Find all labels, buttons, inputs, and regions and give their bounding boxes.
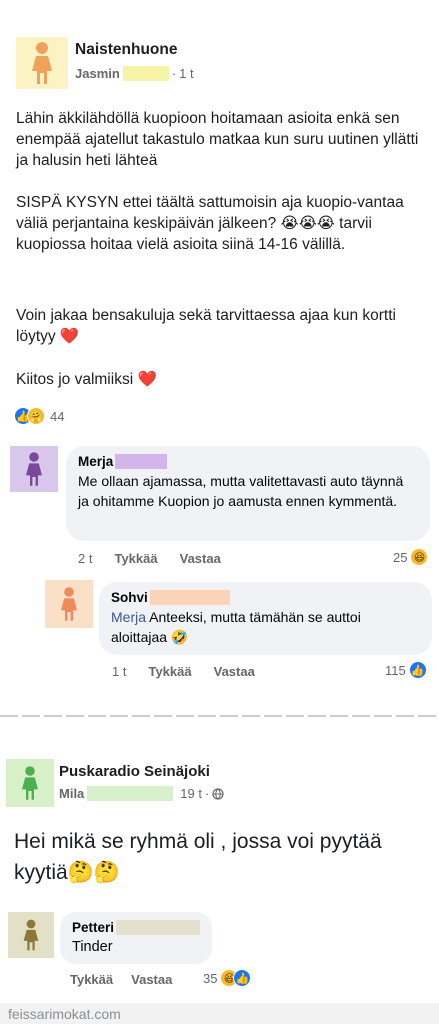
reaction-count: 35: [203, 970, 218, 986]
haha-reaction-icon: 😆: [410, 548, 429, 566]
like-button[interactable]: Tykkää: [148, 664, 191, 679]
globe-icon: [212, 787, 224, 800]
redacted-surname: [149, 590, 230, 605]
post-meta: Jasmin · 1 t: [75, 66, 194, 81]
mention-link[interactable]: Merja: [111, 609, 146, 625]
watermark: feissarimokat.com: [8, 1006, 121, 1022]
comment-actions: 2 t Tykkää Vastaa: [78, 551, 221, 566]
person-avatar-icon: [32, 42, 52, 84]
group-name[interactable]: Naistenhuone: [75, 41, 177, 59]
comment-time[interactable]: 2 t: [78, 551, 92, 566]
comment-reactions[interactable]: 35 😆 👍: [203, 969, 252, 987]
post-text: Hei mikä se ryhmä oli , jossa voi pyytää…: [14, 830, 382, 884]
reply-text: Anteeksi, mutta tämähän se auttoi aloitt…: [111, 609, 361, 645]
redacted-surname: [115, 454, 168, 469]
like-reaction-icon: 👍: [408, 661, 427, 679]
person-avatar-icon: [22, 766, 38, 800]
comment-reactions[interactable]: 25 😆: [393, 548, 429, 566]
reply-reactions[interactable]: 115 👍: [385, 661, 427, 679]
reaction-count: 115: [385, 662, 406, 678]
like-button[interactable]: Tykkää: [114, 551, 157, 566]
reaction-count: 44: [50, 408, 65, 424]
redacted-surname: [116, 920, 200, 935]
comment-text: Me ollaan ajamassa, mutta valitettavasti…: [78, 473, 404, 509]
commenter-avatar[interactable]: [10, 446, 58, 492]
reaction-summary[interactable]: 👍 🤗 44: [14, 407, 64, 425]
post-time[interactable]: 19 t: [180, 786, 202, 801]
group-avatar[interactable]: [6, 759, 54, 807]
post-time[interactable]: 1 t: [179, 66, 193, 81]
group-name[interactable]: Puskaradio Seinäjoki: [59, 763, 210, 780]
replier-avatar[interactable]: [45, 580, 93, 628]
author-name[interactable]: Jasmin: [75, 66, 120, 81]
post-meta: Mila 19 t ·: [59, 786, 224, 801]
person-avatar-icon: [23, 919, 39, 951]
screenshot-divider: [0, 715, 439, 717]
redacted-surname: [87, 786, 174, 801]
person-avatar-icon: [26, 452, 42, 486]
reaction-count: 25: [393, 549, 408, 565]
comment-text: Tinder: [72, 939, 113, 955]
comment-actions: Tykkää Vastaa: [70, 972, 172, 987]
post-paragraph: SISPÄ KYSYN ettei täältä sattumoisin aja…: [16, 194, 404, 253]
reply-button[interactable]: Vastaa: [214, 664, 255, 679]
reply-bubble: Sohvi Merja Anteeksi, mutta tämähän se a…: [99, 582, 432, 655]
reply-time[interactable]: 1 t: [112, 664, 126, 679]
post-paragraph: Voin jakaa bensakuluja sekä tarvittaessa…: [16, 307, 396, 345]
redacted-surname: [122, 66, 169, 81]
care-reaction-icon: 🤗: [27, 407, 45, 425]
commenter-avatar[interactable]: [8, 912, 54, 958]
post-paragraph: Lähin äkkilähdöllä kuopioon hoitamaan as…: [16, 110, 419, 169]
reply-actions: 1 t Tykkää Vastaa: [112, 664, 255, 679]
group-avatar[interactable]: [16, 37, 68, 89]
reply-author[interactable]: Sohvi: [111, 590, 148, 605]
reply-button[interactable]: Vastaa: [131, 972, 172, 987]
like-button[interactable]: Tykkää: [70, 972, 113, 987]
like-reaction-icon: 👍: [233, 969, 252, 987]
comment-author[interactable]: Merja: [78, 454, 113, 469]
comment-bubble: Petteri Tinder: [60, 912, 212, 964]
comment-author[interactable]: Petteri: [72, 920, 114, 935]
author-name[interactable]: Mila: [59, 786, 84, 801]
comment-bubble: Merja Me ollaan ajamassa, mutta valitett…: [66, 446, 430, 541]
reply-button[interactable]: Vastaa: [180, 551, 221, 566]
person-avatar-icon: [61, 587, 77, 621]
post-paragraph: Kiitos jo valmiiksi ❤️: [16, 371, 157, 388]
